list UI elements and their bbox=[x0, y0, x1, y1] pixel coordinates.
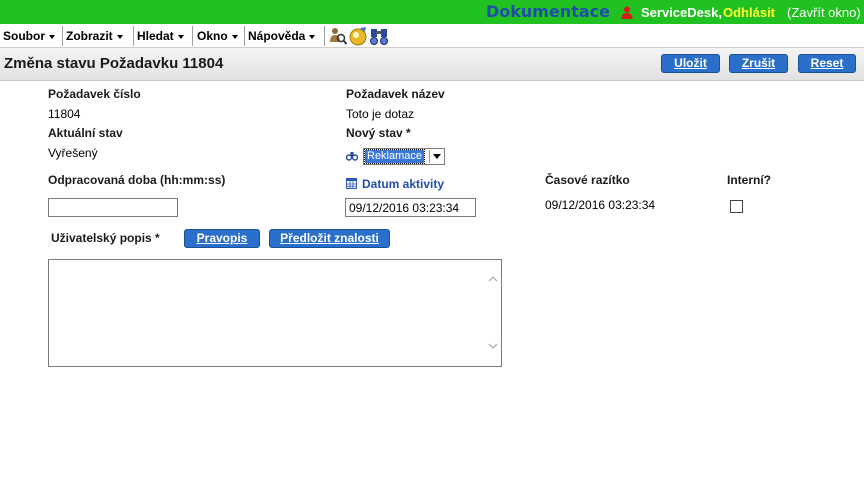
page-title: Změna stavu Požadavku 11804 bbox=[4, 55, 224, 72]
menu-separator bbox=[192, 26, 193, 46]
chevron-down-icon bbox=[231, 34, 238, 39]
current-status-label: Aktuální stav bbox=[48, 126, 123, 140]
chevron-down-icon bbox=[49, 34, 55, 39]
menu-label: Zobrazit bbox=[66, 29, 113, 43]
chevron-down-icon[interactable] bbox=[429, 150, 443, 163]
menu-hledat[interactable]: Hledat bbox=[137, 29, 184, 43]
menu-separator bbox=[324, 26, 325, 46]
user-description-textarea[interactable] bbox=[48, 259, 502, 367]
logout-link[interactable]: Odhlásit bbox=[723, 5, 775, 20]
new-status-select[interactable]: Reklamace bbox=[363, 148, 445, 165]
menu-label: Nápověda bbox=[248, 29, 306, 43]
binoculars-icon[interactable] bbox=[369, 26, 389, 46]
close-window-link[interactable]: (Zavřít okno) bbox=[787, 5, 861, 20]
menu-bar bbox=[0, 24, 864, 48]
worked-time-input[interactable] bbox=[48, 198, 178, 217]
scroll-down-icon[interactable] bbox=[488, 341, 498, 351]
calendar-icon[interactable] bbox=[346, 178, 357, 189]
search-people-icon[interactable] bbox=[328, 26, 348, 46]
menu-separator bbox=[62, 26, 63, 46]
user-description-label: Uživatelský popis * bbox=[51, 231, 160, 245]
lookup-icon[interactable] bbox=[346, 151, 358, 161]
activity-date-label[interactable]: Datum aktivity bbox=[362, 177, 444, 191]
knowledge-icon[interactable] bbox=[348, 26, 368, 46]
menu-separator bbox=[244, 26, 245, 46]
internal-checkbox[interactable] bbox=[730, 200, 743, 213]
cancel-button[interactable]: Zrušit bbox=[729, 54, 788, 73]
spell-check-button[interactable]: Pravopis bbox=[184, 229, 260, 248]
request-name-value: Toto je dotaz bbox=[346, 107, 415, 121]
reset-button[interactable]: Reset bbox=[798, 54, 856, 73]
menu-label: Okno bbox=[197, 29, 228, 43]
current-status-value: Vyřešený bbox=[48, 146, 98, 160]
menu-label: Soubor bbox=[3, 29, 45, 43]
menu-separator bbox=[133, 26, 134, 46]
menu-okno[interactable]: Okno bbox=[197, 29, 238, 43]
activity-date-input[interactable] bbox=[345, 198, 476, 217]
request-name-label: Požadavek název bbox=[346, 87, 445, 101]
documentation-link[interactable]: Dokumentace bbox=[486, 2, 610, 21]
top-bar: Dokumentace ServiceDesk, Odhlásit (Zavří… bbox=[0, 0, 864, 24]
chevron-down-icon bbox=[309, 34, 316, 39]
save-button[interactable]: Uložit bbox=[661, 54, 720, 73]
request-number-label: Požadavek číslo bbox=[48, 87, 141, 101]
menu-soubor[interactable]: Soubor bbox=[3, 29, 55, 43]
user-icon bbox=[621, 6, 633, 19]
menu-napoveda[interactable]: Nápověda bbox=[248, 29, 316, 43]
menu-zobrazit[interactable]: Zobrazit bbox=[66, 29, 123, 43]
chevron-down-icon bbox=[177, 34, 184, 39]
new-status-selected: Reklamace bbox=[363, 149, 426, 164]
menu-label: Hledat bbox=[137, 29, 174, 43]
timestamp-label: Časové razítko bbox=[545, 173, 630, 187]
internal-label: Interní? bbox=[727, 173, 771, 187]
user-name: ServiceDesk, bbox=[641, 5, 722, 20]
chevron-down-icon bbox=[116, 34, 123, 39]
request-number-value: 11804 bbox=[48, 107, 81, 121]
scroll-up-icon[interactable] bbox=[488, 274, 498, 284]
worked-time-label: Odpracovaná doba (hh:mm:ss) bbox=[48, 173, 226, 187]
new-status-label: Nový stav * bbox=[346, 126, 411, 140]
submit-knowledge-button[interactable]: Předložit znalosti bbox=[269, 229, 390, 248]
timestamp-value: 09/12/2016 03:23:34 bbox=[545, 198, 656, 212]
